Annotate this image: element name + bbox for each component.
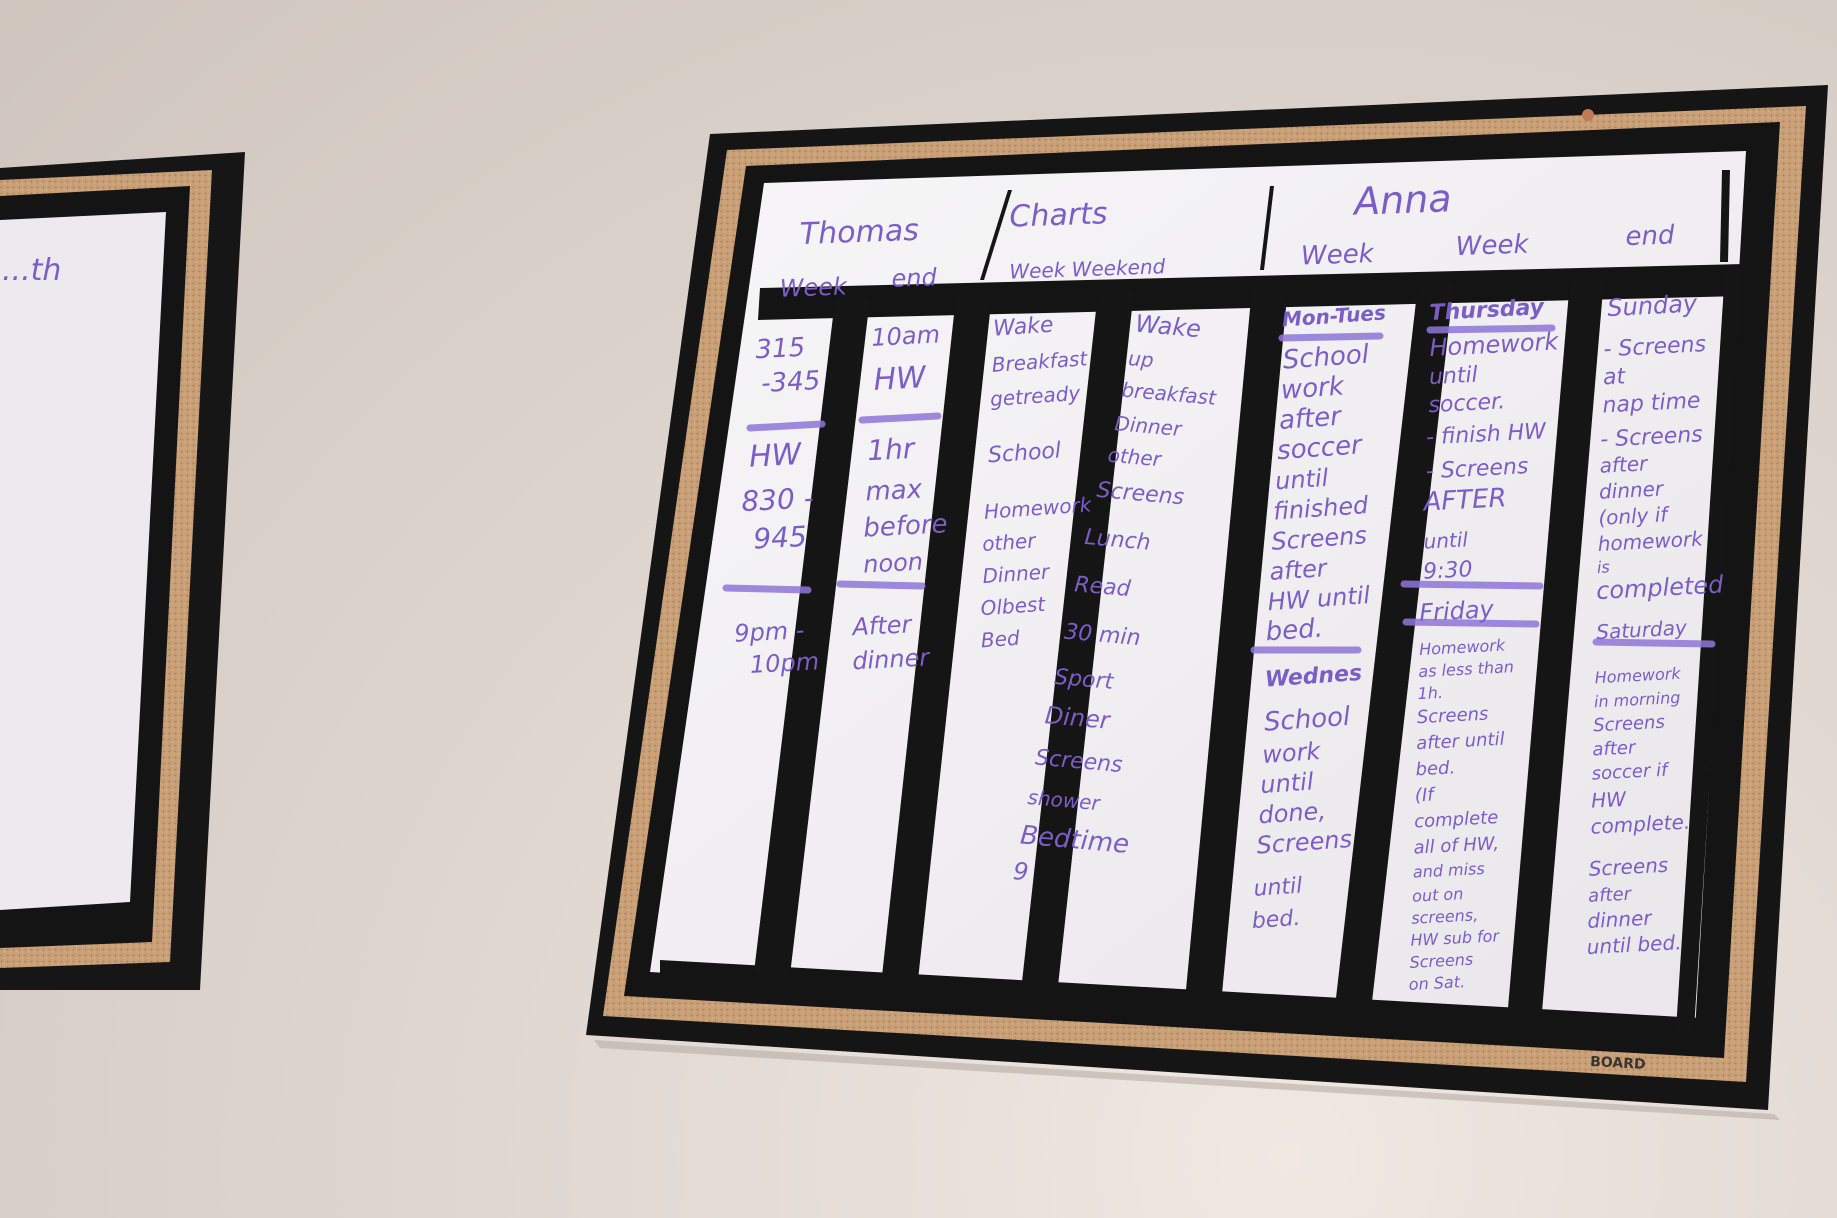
- col6-line: soccer.: [1428, 389, 1506, 418]
- col5-line: bed.: [1251, 906, 1301, 934]
- col7-line: dinner: [1598, 476, 1665, 503]
- col5-line: after: [1269, 554, 1330, 586]
- col1-line: 10pm: [749, 647, 820, 679]
- brand-label: BOARD: [1590, 1054, 1646, 1073]
- col5-line: until: [1259, 768, 1314, 800]
- col5-line: done,: [1258, 797, 1327, 830]
- col5-line: until: [1253, 874, 1303, 902]
- col7-line: nap time: [1602, 388, 1701, 418]
- col6-line: screens,: [1411, 905, 1479, 927]
- col2-line: 1hr: [866, 432, 916, 467]
- col2-line: HW: [873, 360, 928, 398]
- col3-line: School: [987, 438, 1062, 468]
- col5-line: after: [1278, 402, 1344, 436]
- col5-line: soccer: [1276, 430, 1365, 466]
- col2-line: 10am: [871, 320, 941, 352]
- col2-line: After: [850, 610, 914, 641]
- push-pin: [1582, 109, 1594, 121]
- col1-line: HW: [748, 437, 803, 475]
- col7-line: HW: [1591, 787, 1628, 813]
- col1-line: 830 -: [741, 481, 815, 518]
- col5-line: until: [1274, 464, 1329, 496]
- col7-line: Sunday: [1607, 289, 1699, 322]
- col5-line: bed.: [1265, 613, 1324, 647]
- col7-line: until bed.: [1586, 930, 1682, 959]
- col6-line: Screens: [1409, 950, 1474, 972]
- col3-line: Olbest: [980, 592, 1047, 621]
- col3-line: Bed: [980, 626, 1021, 653]
- col7-line: dinner: [1587, 906, 1654, 933]
- left-board: ...th: [0, 152, 245, 990]
- col7-line: Screens: [1593, 712, 1666, 737]
- left-board-text: ...th: [2, 253, 61, 288]
- col2-line: noon: [862, 548, 923, 579]
- header-thomas-name: Thomas: [799, 213, 919, 252]
- col3-line: Dinner: [982, 559, 1052, 588]
- col4-line: Read: [1073, 572, 1132, 602]
- col6-line: Screens: [1416, 703, 1489, 728]
- col4-line: up: [1127, 346, 1154, 372]
- header-thomas-end: end: [891, 263, 938, 293]
- col1-line: 9pm -: [734, 616, 806, 648]
- col6-line: Friday: [1419, 595, 1496, 627]
- col6-line: out on: [1412, 884, 1464, 906]
- col3-line: Wake: [992, 313, 1054, 342]
- col4-line: Diner: [1044, 701, 1113, 735]
- col5-line: work: [1261, 737, 1322, 769]
- col4-line: Sport: [1053, 665, 1115, 695]
- col2-line: dinner: [852, 643, 932, 675]
- col6-line: 1h.: [1417, 683, 1443, 703]
- col6-line: complete: [1414, 807, 1499, 832]
- header-charts-title: Charts: [1009, 196, 1108, 234]
- col7-line: is: [1596, 557, 1610, 577]
- col7-line: at: [1602, 364, 1627, 390]
- col6-line: bed.: [1415, 757, 1456, 780]
- col1-line: 945: [753, 520, 808, 556]
- col2-line: before: [863, 509, 949, 543]
- col7-line: Screens: [1588, 853, 1669, 881]
- col3-line: other: [981, 528, 1038, 556]
- header-anna-week-1: Week: [1300, 239, 1375, 272]
- header-anna-name: Anna: [1350, 176, 1452, 223]
- col7-line: (only if: [1598, 502, 1671, 530]
- col5-line: work: [1280, 371, 1346, 405]
- header-thomas-week: Week: [779, 272, 848, 302]
- col6-line: and miss: [1412, 859, 1485, 882]
- col4-line: Wake: [1134, 310, 1202, 344]
- col4-line: other: [1107, 443, 1164, 472]
- col2-line: max: [865, 474, 924, 507]
- col6-line: all of HW,: [1413, 833, 1499, 858]
- col6-line: 9:30: [1423, 557, 1474, 585]
- col6-line: until: [1423, 527, 1469, 553]
- col5-line: School: [1282, 340, 1371, 376]
- col7-line: after: [1599, 451, 1650, 478]
- col1-line: -345: [760, 366, 821, 399]
- col5-line: School: [1263, 702, 1352, 738]
- col7-line: soccer if: [1591, 759, 1670, 784]
- header-anna-week-2: Week: [1455, 230, 1530, 263]
- col7-line: Saturday: [1596, 615, 1689, 644]
- col6-line: on Sat.: [1408, 972, 1465, 994]
- col6-line: AFTER: [1421, 483, 1508, 517]
- col1-line: 315: [755, 333, 806, 366]
- col4-line: 9: [1012, 857, 1030, 886]
- header-anna-end: end: [1625, 220, 1675, 252]
- col7-line: after: [1592, 737, 1638, 760]
- col7-line: after: [1588, 884, 1634, 907]
- col6-line: until: [1428, 363, 1478, 391]
